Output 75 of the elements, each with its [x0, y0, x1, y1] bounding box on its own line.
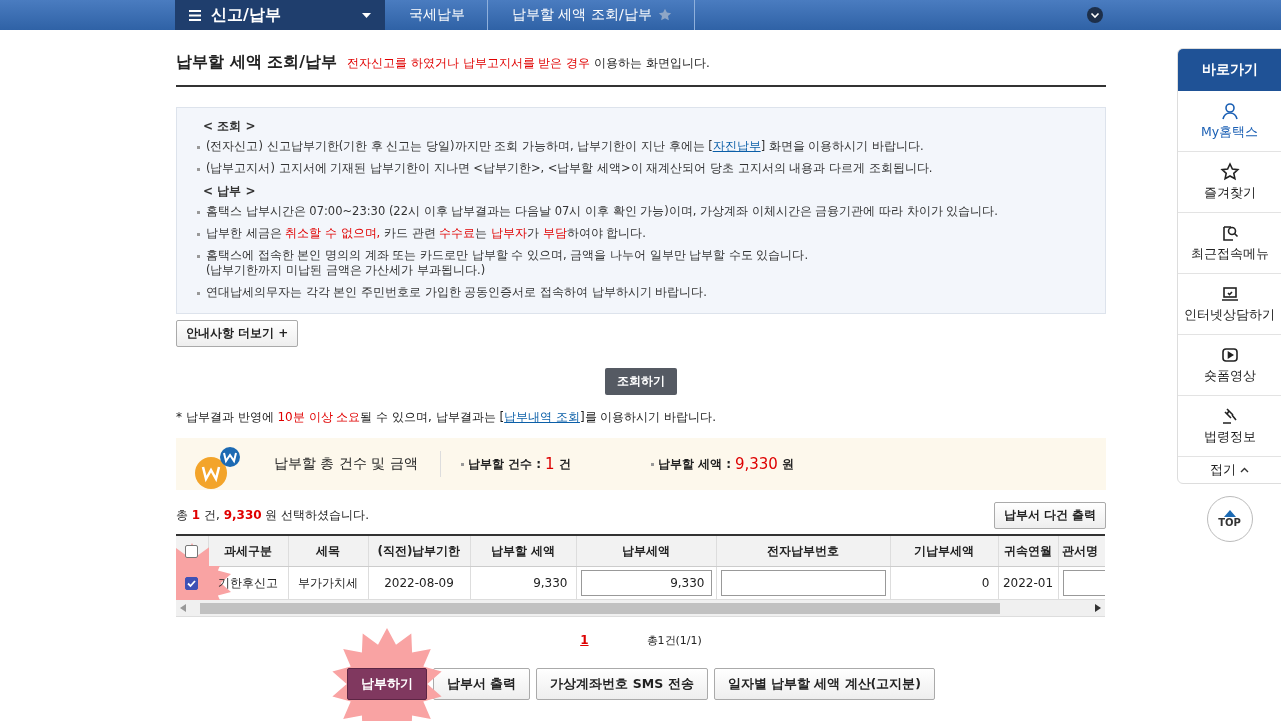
- table-cell: 기한후신고: [208, 566, 288, 600]
- caret-icon: [362, 12, 371, 18]
- play-icon: [1219, 345, 1240, 365]
- table-cell: 2022-08-09: [368, 566, 470, 600]
- column-header: 납부할 세액: [490, 543, 556, 558]
- count-label: 납부할 건수 :: [467, 455, 541, 473]
- summary-title: 납부할 총 건수 및 금액: [274, 451, 441, 477]
- collapse-link[interactable]: 접기: [1178, 457, 1281, 483]
- quick-menu-item[interactable]: 법령정보: [1178, 396, 1281, 457]
- quick-menu-item[interactable]: My홈택스: [1178, 91, 1281, 152]
- input-field[interactable]: 9,330: [580, 570, 712, 596]
- section-heading: < 조회 >: [203, 118, 257, 135]
- table-cell: 9,330: [470, 566, 576, 600]
- scrollbar[interactable]: [176, 600, 1105, 617]
- info-text: (납부고지서) 고지서에 기재된 납부기한이 지나면 <납부기한>, <납부할 세액>이 재계산되어 당초 고지서의 내용과 다르게 조회됩니다.: [206, 161, 933, 176]
- scroll-right-icon[interactable]: [1095, 604, 1101, 612]
- print-multi-button[interactable]: 납부서 다건 출력: [993, 502, 1106, 529]
- section-heading: < 납부 >: [203, 183, 257, 200]
- table-cell: 0: [890, 566, 998, 600]
- top-button[interactable]: TOP: [1206, 496, 1253, 542]
- column-header: (직전)납부기한: [377, 543, 461, 558]
- quick-menu-item[interactable]: 즐겨찾기: [1178, 152, 1281, 213]
- person-icon: [1219, 101, 1240, 121]
- quick-menu-item[interactable]: 최근접속메뉴: [1178, 213, 1281, 274]
- action-button[interactable]: 일자별 납부할 세액 계산(고지분): [713, 668, 935, 700]
- menu-icon: [189, 9, 201, 21]
- quick-menu-item[interactable]: 인터넷상담하기: [1178, 274, 1281, 335]
- column-header: 납부세액: [622, 543, 670, 558]
- count-unit: 건: [558, 455, 571, 473]
- amount-label: 납부할 세액 :: [657, 455, 731, 473]
- page-title: 납부할 세액 조회/납부: [176, 52, 337, 73]
- page-link[interactable]: 1: [580, 633, 589, 648]
- more-info-button[interactable]: 안내사항 더보기 +: [176, 320, 299, 347]
- column-header: 전자납부번호: [767, 543, 839, 558]
- table-cell: 부가가치세: [288, 566, 368, 600]
- info-text: 홈택스 납부시간은 07:00~23:30 (22시 이후 납부결과는 다음날 07시 이후 확인 가능)이며, 가상계좌 이체시간은 금융기관에 따라 차이가 있습니다.: [206, 204, 998, 219]
- column-header: 세목: [316, 543, 340, 558]
- scroll-left-icon[interactable]: [180, 604, 186, 612]
- pay-button[interactable]: 납부하기: [347, 668, 427, 700]
- laptop-icon: [1219, 284, 1240, 304]
- info-text: 납부한 세금은 취소할 수 없으며, 카드 관련 수수료는 납부자가 부담하여야 합니다.: [206, 226, 646, 241]
- amount-unit: 원: [781, 455, 794, 473]
- column-header: 귀속연월: [1004, 543, 1052, 558]
- checkbox[interactable]: [185, 577, 199, 590]
- menu-dropdown[interactable]: 신고/납부: [175, 0, 385, 30]
- notice-text: * 납부결과 반영에 10분 이상 소요될 수 있으며, 납부결과는 [납부내역 조회]를 이용하시기 바랍니다.: [176, 409, 718, 426]
- selection-text: 총 1 건, 9,330 원 선택하셨습니다.: [176, 507, 370, 524]
- table-cell: 2022-01: [998, 566, 1058, 600]
- arrow-up-icon: [1223, 510, 1236, 517]
- column-header: 기납부세액: [914, 543, 974, 558]
- search-button[interactable]: 조회하기: [605, 368, 677, 395]
- amount-value: 9,330: [734, 455, 778, 473]
- star-icon: [1219, 162, 1240, 182]
- caret-up-icon: [1240, 467, 1249, 473]
- column-header: 관서명: [1061, 543, 1098, 558]
- input-field[interactable]: [720, 570, 886, 596]
- action-button[interactable]: 가상계좌번호 SMS 전송: [536, 668, 708, 700]
- info-text: (전자신고) 신고납부기한(기한 후 신고는 당일)까지만 조회 가능하며, 납부기한이 지난 후에는 [자진납부] 화면을 이용하시기 바랍니다.: [206, 139, 924, 154]
- link[interactable]: 납부내역 조회: [504, 410, 580, 424]
- breadcrumb[interactable]: 국세납부: [385, 0, 488, 30]
- count-value: 1: [544, 455, 555, 473]
- page-total: 총1건(1/1): [646, 633, 702, 648]
- action-button[interactable]: 납부서 출력: [433, 668, 531, 700]
- link[interactable]: 자진납부: [712, 139, 761, 153]
- star-icon: [657, 8, 672, 22]
- info-text: 연대납세의무자는 각각 본인 주민번호로 가입한 공동인증서로 접속하여 납부하시기 바랍니다.: [206, 285, 707, 300]
- quick-menu-title: 바로가기: [1178, 49, 1281, 91]
- quick-menu-item[interactable]: 숏폼영상: [1178, 335, 1281, 396]
- page-description: 전자신고를 하였거나 납부고지서를 받은 경우 이용하는 화면입니다.: [347, 55, 710, 72]
- info-text: 홈택스에 접속한 본인 명의의 계좌 또는 카드로만 납부할 수 있으며, 금액을 나누어 일부만 납부할 수도 있습니다. (납부기한까지 미납된 금액은 가산세가 부과됩니다.): [206, 248, 809, 278]
- chevron-down-icon[interactable]: [1087, 7, 1103, 23]
- checkbox[interactable]: [185, 545, 199, 558]
- breadcrumb[interactable]: 납부할 세액 조회/납부: [488, 0, 695, 30]
- column-header: 과세구분: [224, 543, 272, 558]
- logo-icon: [194, 446, 240, 490]
